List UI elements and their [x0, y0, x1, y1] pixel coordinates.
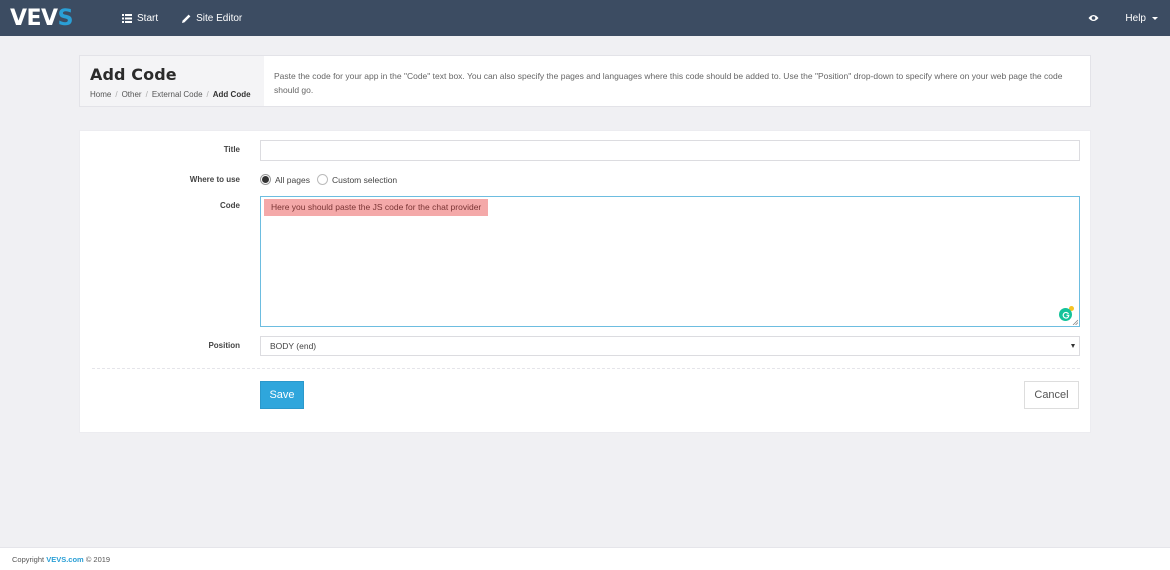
chevron-down-icon — [1152, 16, 1158, 20]
footer-prefix: Copyright — [12, 555, 45, 564]
where-to-use-label: Where to use — [189, 175, 240, 184]
code-text: Here you should paste the JS code for th… — [264, 199, 489, 216]
nav-site-editor[interactable]: Site Editor — [170, 0, 254, 36]
radio-custom-selection-label[interactable]: Custom selection — [332, 175, 397, 185]
breadcrumb-current: Add Code — [212, 90, 251, 99]
form-divider — [92, 368, 1080, 369]
top-navbar: VEV S Start Site Editor Help — [0, 0, 1170, 36]
pencil-icon — [182, 14, 191, 23]
radio-all-pages-label[interactable]: All pages — [275, 175, 310, 185]
breadcrumb-home[interactable]: Home — [90, 90, 111, 99]
breadcrumb: Home / Other / External Code / Add Code — [90, 90, 264, 99]
logo-text: VEV — [10, 5, 58, 31]
cancel-button[interactable]: Cancel — [1024, 381, 1079, 409]
breadcrumb-separator: / — [115, 90, 118, 99]
footer: Copyright VEVS.com © 2019 — [0, 547, 1170, 570]
vevs-logo[interactable]: VEV S — [10, 0, 96, 36]
chevron-down-icon — [1071, 344, 1075, 348]
page-description: Paste the code for your app in the "Code… — [274, 71, 1063, 95]
nav-start[interactable]: Start — [110, 0, 170, 36]
breadcrumb-other[interactable]: Other — [122, 90, 142, 99]
radio-all-pages[interactable] — [260, 174, 271, 185]
eye-icon — [1088, 15, 1099, 21]
footer-brand-link[interactable]: VEVS.com — [46, 555, 84, 564]
where-to-use-radio-group: All pages Custom selection — [260, 174, 404, 185]
page-title: Add Code — [90, 65, 177, 84]
topbar-right: Help — [1075, 0, 1170, 36]
nav-start-label: Start — [137, 12, 159, 24]
page-header-left: Add Code Home / Other / External Code / Add Co… — [80, 56, 264, 106]
add-code-form: Title Where to use All pages Custom sele… — [79, 130, 1091, 433]
breadcrumb-external-code[interactable]: External Code — [152, 90, 203, 99]
position-selected-value: BODY (end) — [270, 341, 317, 351]
title-input[interactable] — [260, 140, 1080, 161]
nav-site-editor-label: Site Editor — [196, 12, 243, 24]
logo-accent: S — [57, 5, 74, 31]
grammarly-g-icon — [1062, 311, 1069, 319]
position-select[interactable]: BODY (end) — [260, 336, 1080, 356]
save-button[interactable]: Save — [260, 381, 304, 409]
help-label: Help — [1125, 12, 1146, 24]
title-label: Title — [223, 145, 240, 154]
code-label: Code — [220, 201, 240, 210]
help-dropdown[interactable]: Help — [1111, 13, 1170, 24]
code-textarea[interactable]: Here you should paste the JS code for th… — [260, 196, 1080, 327]
grammarly-icon[interactable] — [1059, 308, 1072, 321]
preview-button[interactable] — [1075, 0, 1111, 36]
radio-custom-selection[interactable] — [316, 174, 328, 185]
breadcrumb-separator: / — [145, 90, 148, 99]
page-header: Add Code Home / Other / External Code / Add Co… — [79, 55, 1091, 107]
list-icon — [122, 13, 132, 23]
resize-handle-icon[interactable] — [1072, 319, 1078, 325]
footer-suffix: © 2019 — [85, 555, 111, 564]
breadcrumb-separator: / — [206, 90, 209, 99]
position-label: Position — [208, 341, 240, 350]
